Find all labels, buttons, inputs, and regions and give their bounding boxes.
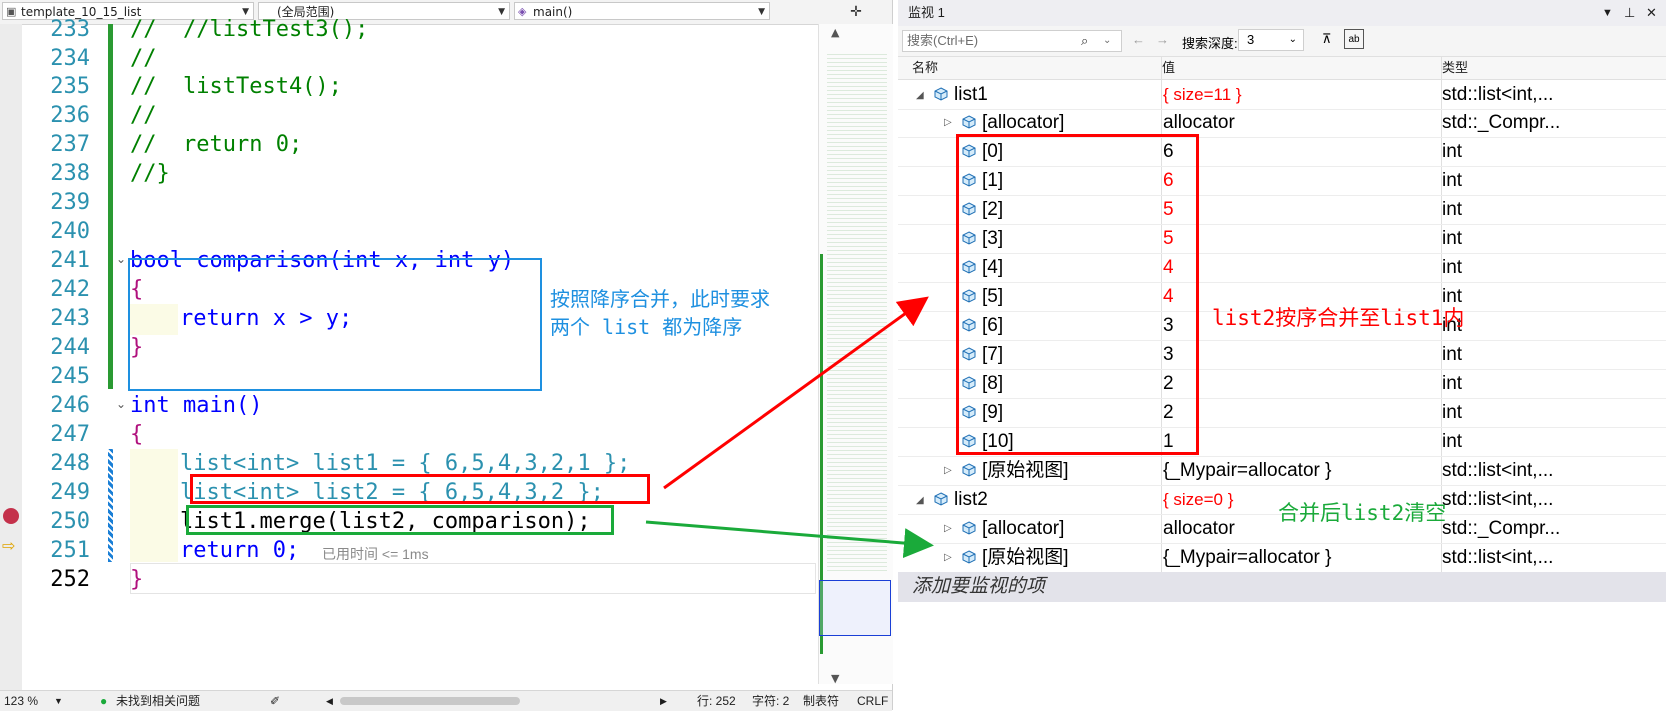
arrow-green [645,520,934,558]
annotation-arrows [645,296,934,558]
arrow-red [663,296,929,490]
